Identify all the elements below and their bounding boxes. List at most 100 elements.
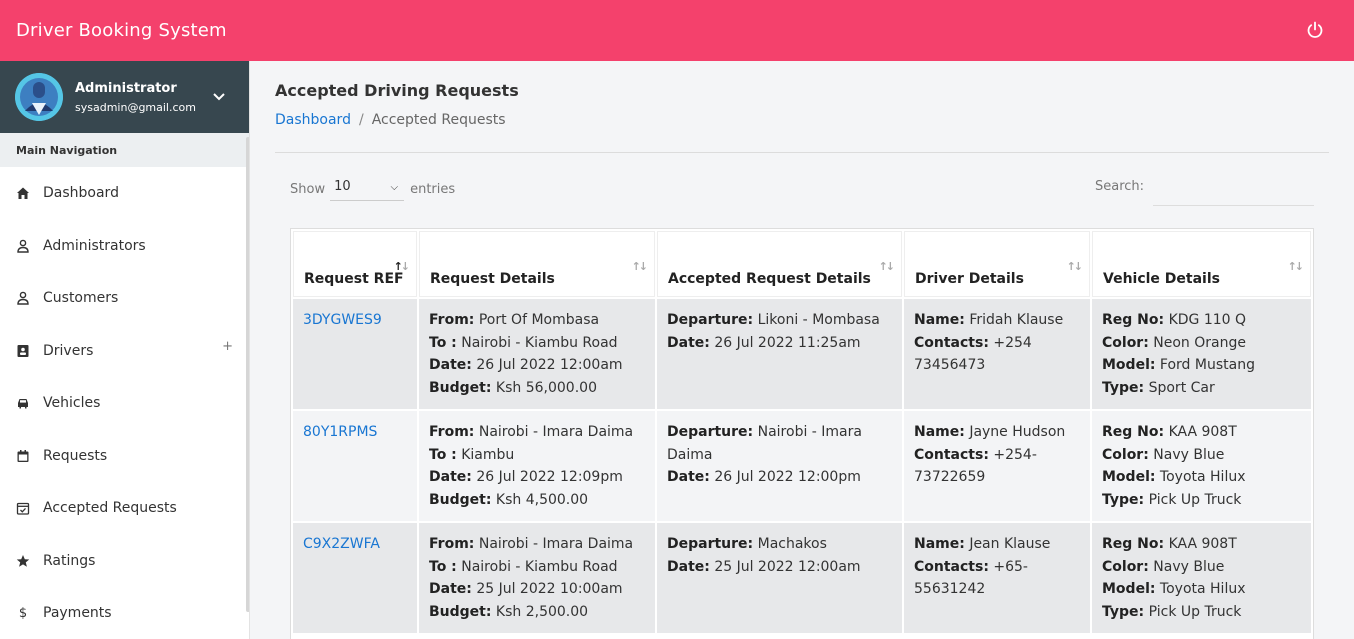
ref-cell: 3DYGWES9 xyxy=(293,299,417,409)
column-header-label: Request REF xyxy=(304,271,404,287)
sidebar-item-label: Customers xyxy=(43,290,119,307)
column-header-request-details[interactable]: Request Details ↑↓ xyxy=(419,231,655,297)
column-header-label: Driver Details xyxy=(915,271,1024,287)
app-title[interactable]: Driver Booking System xyxy=(16,20,227,41)
entries-control: Show 10 ⌵ entries xyxy=(290,177,455,201)
field-value: KAA 908T xyxy=(1168,536,1237,552)
field-label: Date: xyxy=(667,334,710,351)
driver-details-cell: Name: Fridah Klause Contacts: +254 73456… xyxy=(904,299,1090,409)
field-label: Reg No: xyxy=(1102,312,1165,328)
column-header-driver-details[interactable]: Driver Details ↑↓ xyxy=(904,231,1090,297)
field-label: To : xyxy=(429,446,457,463)
accepted-details-cell: Departure: Machakos Date: 25 Jul 2022 12… xyxy=(657,523,902,633)
breadcrumb: Dashboard / Accepted Requests xyxy=(275,112,506,128)
field-label: Reg No: xyxy=(1102,536,1165,552)
sidebar-item-label: Vehicles xyxy=(43,395,101,412)
sort-icon: ↑↓ xyxy=(631,260,649,273)
accepted-details-cell: Departure: Likoni - Mombasa Date: 26 Jul… xyxy=(657,299,902,409)
field-value: Fridah Klause xyxy=(969,312,1064,328)
field-value: Port Of Mombasa xyxy=(478,312,600,328)
field-label: Model: xyxy=(1102,469,1156,485)
request-ref-link[interactable]: 3DYGWES9 xyxy=(303,312,382,328)
field-label: To : xyxy=(429,558,457,575)
user-panel: Administrator sysadmin@gmail.com xyxy=(0,61,249,133)
field-value: Nairobi - Kiambu Road xyxy=(461,558,618,575)
vehicle-details-cell: Reg No: KDG 110 Q Color: Neon Orange Mod… xyxy=(1092,299,1311,409)
sidebar-item-label: Administrators xyxy=(43,237,146,254)
breadcrumb-separator: / xyxy=(358,112,364,128)
field-label: From: xyxy=(429,312,475,328)
field-label: Departure: xyxy=(667,424,754,440)
field-label: Departure: xyxy=(667,536,754,552)
field-label: Departure: xyxy=(667,312,754,328)
entries-label: entries xyxy=(410,181,456,197)
power-icon[interactable] xyxy=(1304,19,1326,41)
entries-select[interactable]: 10 ⌵ xyxy=(330,177,405,201)
sidebar: Administrator sysadmin@gmail.com Main Na… xyxy=(0,61,250,639)
chevron-down-icon: ⌵ xyxy=(390,182,399,193)
field-label: Name: xyxy=(914,424,965,440)
request-details-cell: From: Port Of Mombasa To : Nairobi - Kia… xyxy=(419,299,655,409)
field-label: Contacts: xyxy=(914,334,989,351)
field-value: Navy Blue xyxy=(1153,558,1225,575)
field-label: Contacts: xyxy=(914,558,989,575)
field-value: Likoni - Mombasa xyxy=(757,312,880,328)
sidebar-item-customers[interactable]: Customers xyxy=(0,272,249,325)
requests-table: Request REF ↑↓ Request Details ↑↓ Accept… xyxy=(290,228,1314,639)
vehicle-details-cell: Reg No: KAA 908T Color: Navy Blue Model:… xyxy=(1092,523,1311,633)
column-header-label: Vehicle Details xyxy=(1103,271,1220,287)
field-value: Nairobi - Imara Daima xyxy=(478,424,634,440)
sidebar-item-ratings[interactable]: Ratings xyxy=(0,535,249,588)
field-label: Date: xyxy=(429,581,472,597)
request-details-cell: From: Nairobi - Imara Daima To : Nairobi… xyxy=(419,523,655,633)
field-value: Pick Up Truck xyxy=(1148,603,1242,620)
chevron-down-icon[interactable] xyxy=(213,93,225,101)
request-ref-link[interactable]: C9X2ZWFA xyxy=(303,536,380,552)
search-label: Search: xyxy=(1095,179,1145,194)
request-ref-link[interactable]: 80Y1RPMS xyxy=(303,424,377,440)
field-label: Model: xyxy=(1102,581,1156,597)
field-label: Color: xyxy=(1102,446,1149,463)
field-label: Name: xyxy=(914,536,965,552)
sidebar-item-vehicles[interactable]: Vehicles xyxy=(0,377,249,430)
field-label: Budget: xyxy=(429,491,492,508)
field-value: Neon Orange xyxy=(1153,334,1246,351)
column-header-ref[interactable]: Request REF ↑↓ xyxy=(293,231,417,297)
field-label: Type: xyxy=(1102,603,1145,620)
field-value: Kiambu xyxy=(461,446,515,463)
field-label: To : xyxy=(429,334,457,351)
column-header-accepted-details[interactable]: Accepted Request Details ↑↓ xyxy=(657,231,902,297)
star-icon xyxy=(16,554,30,567)
sidebar-item-requests[interactable]: Requests xyxy=(0,430,249,483)
field-label: Name: xyxy=(914,312,965,328)
sidebar-item-payments[interactable]: $ Payments xyxy=(0,587,249,639)
sidebar-item-dashboard[interactable]: Dashboard xyxy=(0,167,249,220)
search-input[interactable] xyxy=(1153,173,1314,206)
person-icon xyxy=(17,239,29,253)
sidebar-item-administrators[interactable]: Administrators xyxy=(0,220,249,273)
sidebar-item-label: Dashboard xyxy=(43,185,119,202)
field-value: Nairobi - Imara Daima xyxy=(478,536,634,552)
sidebar-item-drivers[interactable]: Drivers + xyxy=(0,325,249,378)
sidebar-item-label: Accepted Requests xyxy=(43,500,177,517)
field-label: From: xyxy=(429,424,475,440)
field-value: KDG 110 Q xyxy=(1168,312,1247,328)
field-value: Jean Klause xyxy=(969,536,1051,552)
user-name: Administrator xyxy=(75,80,177,96)
id-card-icon xyxy=(17,344,29,357)
expand-icon[interactable]: + xyxy=(222,339,233,354)
field-value: Navy Blue xyxy=(1153,446,1225,463)
avatar xyxy=(15,73,63,121)
field-label: Reg No: xyxy=(1102,424,1165,440)
accepted-details-cell: Departure: Nairobi - Imara Daima Date: 2… xyxy=(657,411,902,521)
field-label: Date: xyxy=(667,469,710,485)
table-row: C9X2ZWFA From: Nairobi - Imara Daima To … xyxy=(293,523,1311,633)
column-header-vehicle-details[interactable]: Vehicle Details ↑↓ xyxy=(1092,231,1311,297)
sidebar-item-accepted-requests[interactable]: Accepted Requests xyxy=(0,482,249,535)
field-label: Budget: xyxy=(429,603,492,620)
field-label: Type: xyxy=(1102,379,1145,396)
page-title: Accepted Driving Requests xyxy=(275,81,519,100)
dollar-icon: $ xyxy=(18,605,28,621)
field-label: Date: xyxy=(429,469,472,485)
breadcrumb-link-dashboard[interactable]: Dashboard xyxy=(275,112,351,128)
